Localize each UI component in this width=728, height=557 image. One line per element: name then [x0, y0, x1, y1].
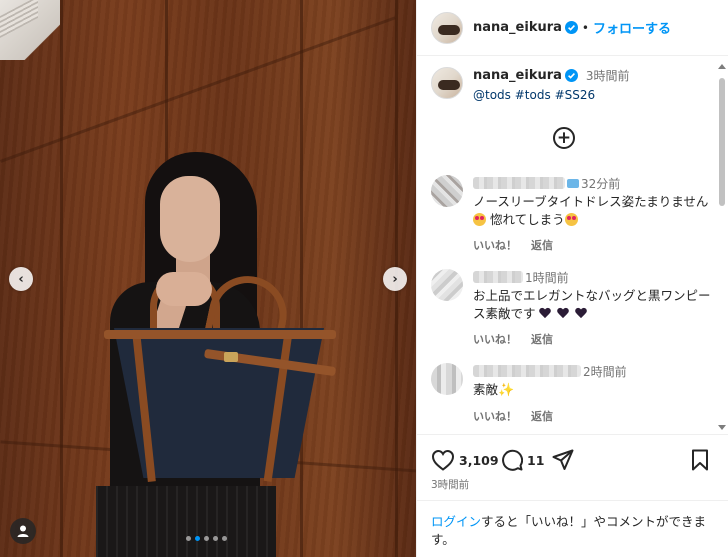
carousel-dot: [222, 536, 227, 541]
comments-list[interactable]: nana_eikura 3時間前 @tods #tods #SS26 + 32分…: [417, 57, 719, 433]
comment-reply-button[interactable]: 返信: [531, 331, 553, 347]
person: [0, 0, 416, 557]
chevron-right-icon: ›: [392, 271, 398, 287]
face: [160, 176, 220, 262]
login-prompt: ログインすると「いいね！」やコメントができます。: [417, 500, 728, 557]
sparkles-emoji-icon: ✨: [498, 383, 515, 398]
comment-like-button[interactable]: いいね！: [473, 331, 517, 347]
plus-icon: +: [556, 127, 572, 148]
scroll-thumb[interactable]: [719, 78, 725, 206]
load-more-comments-button[interactable]: +: [553, 127, 575, 149]
like-button[interactable]: 3,109: [431, 449, 499, 471]
posted-time: 3時間前: [431, 479, 470, 491]
comment-time: 1時間前: [525, 270, 569, 285]
commenter-avatar[interactable]: [431, 363, 463, 395]
black-heart-emoji-icon: [575, 308, 587, 319]
commenter-name-blurred[interactable]: [473, 177, 565, 189]
verified-badge-icon: [564, 21, 578, 34]
tagged-users-button[interactable]: [10, 518, 36, 544]
caption-time: 3時間前: [585, 69, 630, 83]
mention-link[interactable]: @tods: [473, 88, 511, 102]
comment-item: 32分前 ノースリーブタイトドレス姿たまりません 惚れてしまう いいね！ 返信: [431, 175, 713, 253]
black-heart-emoji-icon: [539, 308, 551, 319]
chevron-left-icon: ‹: [18, 271, 24, 287]
commenter-avatar[interactable]: [431, 175, 463, 207]
caption-username-link[interactable]: nana_eikura: [473, 68, 562, 83]
comment-item: 1時間前 お上品でエレガントなバッグと黒ワンピース素敵です いいね！ 返信: [431, 269, 713, 347]
comment-reply-button[interactable]: 返信: [531, 237, 553, 253]
hashtag-link[interactable]: #SS26: [555, 88, 596, 102]
comment-reply-button[interactable]: 返信: [531, 408, 553, 424]
paper-plane-icon: [552, 449, 574, 470]
black-heart-emoji-icon: [557, 308, 569, 319]
commenter-name-blurred[interactable]: [473, 365, 581, 377]
heart-eyes-emoji-icon: [473, 213, 486, 226]
next-slide-button[interactable]: ›: [383, 267, 407, 291]
user-icon: [17, 525, 29, 537]
heart-eyes-emoji-icon: [564, 213, 578, 226]
comment-count: 11: [527, 452, 545, 468]
caption-tags: @tods #tods #SS26: [473, 88, 630, 102]
separator: •: [581, 20, 589, 35]
comment-text: ノースリーブタイトドレス姿たまりません 惚れてしまう: [473, 194, 709, 227]
post-caption: nana_eikura 3時間前 @tods #tods #SS26: [431, 67, 630, 102]
carousel-dot: [213, 536, 218, 541]
bag-buckle: [224, 352, 238, 362]
comment-item: 2時間前 素敵✨ いいね！ 返信: [431, 363, 713, 424]
comment-like-button[interactable]: いいね！: [473, 408, 517, 424]
post-photo[interactable]: ‹ ›: [0, 0, 416, 557]
comment-time: 32分前: [581, 176, 621, 191]
blurred-badge: [567, 178, 579, 188]
hand: [156, 272, 212, 306]
comment-text: 素敵✨: [473, 382, 515, 398]
hashtag-link[interactable]: #tods: [515, 88, 551, 102]
bookmark-icon: [692, 449, 708, 471]
post-header: nana_eikura • フォローする: [417, 0, 728, 56]
carousel-dot-active: [195, 536, 200, 541]
carousel-indicator: [186, 536, 227, 541]
commenter-avatar[interactable]: [431, 269, 463, 301]
tote-bag: [104, 318, 336, 483]
post-side-panel: nana_eikura • フォローする nana_eikura 3時間前 @t…: [416, 0, 728, 557]
scroll-down-arrow-icon[interactable]: [718, 425, 726, 430]
avatar[interactable]: [431, 11, 463, 44]
comment-button[interactable]: 11: [501, 449, 544, 471]
prev-slide-button[interactable]: ‹: [9, 267, 33, 291]
carousel-dot: [204, 536, 209, 541]
skirt: [96, 486, 276, 557]
verified-badge-icon: [564, 69, 578, 82]
like-count[interactable]: 3,109: [459, 453, 499, 468]
scroll-up-arrow-icon[interactable]: [718, 64, 726, 69]
post-actions-bar: 3,109 11 3時間前: [417, 434, 728, 494]
username-link[interactable]: nana_eikura: [473, 20, 562, 35]
carousel-dot: [186, 536, 191, 541]
comment-time: 2時間前: [583, 364, 627, 379]
comment-like-button[interactable]: いいね！: [473, 237, 517, 253]
share-button[interactable]: [552, 449, 574, 471]
follow-button[interactable]: フォローする: [593, 18, 671, 37]
heart-icon: [431, 449, 455, 471]
comment-bubble-icon: [502, 449, 523, 471]
login-link[interactable]: ログイン: [431, 514, 481, 529]
avatar[interactable]: [431, 67, 463, 99]
save-button[interactable]: [691, 449, 709, 471]
commenter-name-blurred[interactable]: [473, 271, 523, 283]
comment-text: お上品でエレガントなバッグと黒ワンピース素敵です: [473, 288, 711, 321]
bag-strap: [104, 330, 336, 339]
comments-scrollbar[interactable]: [718, 60, 726, 432]
